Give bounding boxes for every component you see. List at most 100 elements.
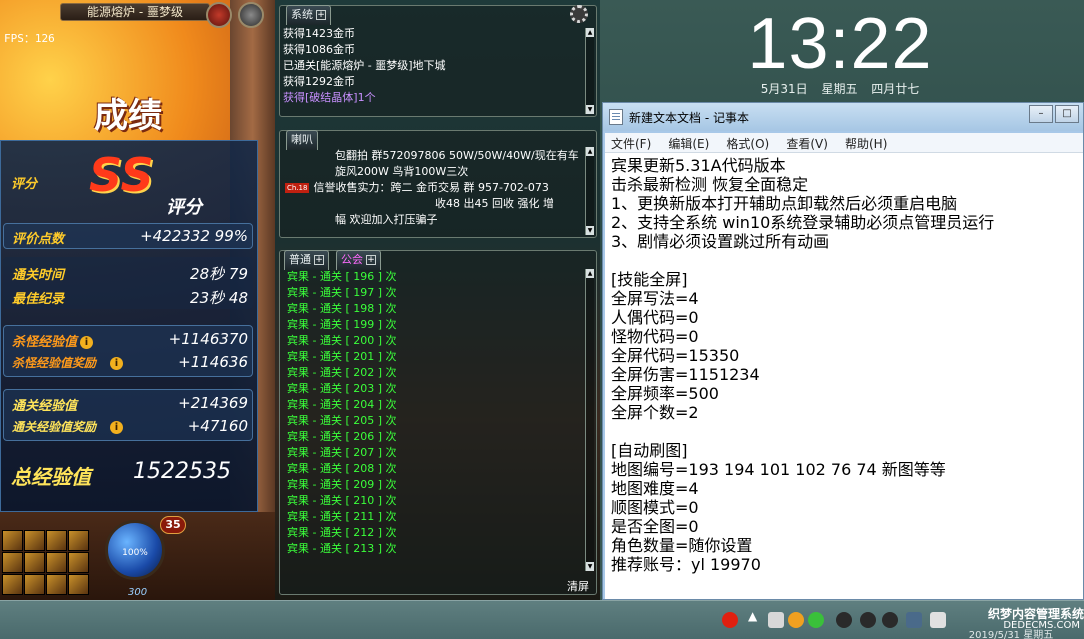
info-icon[interactable]: i xyxy=(80,336,94,349)
chat-line: 获得1292金币 xyxy=(283,75,355,88)
chat-line[interactable]: 获得[破结晶体]1个 xyxy=(283,90,573,106)
keyboard-icon[interactable] xyxy=(768,612,784,628)
text-line: 宾果更新5.31A代码版本 xyxy=(611,156,786,175)
qq-icon[interactable] xyxy=(882,612,898,628)
clear-time-value: 28秒 79 xyxy=(190,265,248,283)
chat-line: 宾果 - 通关 [ 208 ] 次 xyxy=(287,462,397,475)
skill-slot[interactable] xyxy=(2,574,23,595)
menu-orb-button[interactable] xyxy=(206,2,232,28)
menu-help[interactable]: 帮助(H) xyxy=(839,133,893,154)
game-window[interactable]: 能源熔炉 - 噩梦级 FPS：126 成绩 评分 SS 评分 评价点数 +422… xyxy=(0,0,600,600)
plus-icon[interactable]: + xyxy=(314,255,324,265)
skill-slot[interactable] xyxy=(68,530,89,551)
map-title: 能源熔炉 - 噩梦级 xyxy=(60,3,210,21)
chat-line: 宾果 - 通关 [ 198 ] 次 xyxy=(287,302,397,315)
scroll-up-icon[interactable]: ▲ xyxy=(586,269,594,278)
skill-slot[interactable] xyxy=(68,552,89,573)
normal-scrollbar[interactable]: ▲ ▼ xyxy=(585,269,594,571)
scroll-down-icon[interactable]: ▼ xyxy=(586,562,594,571)
menu-edit[interactable]: 编辑(E) xyxy=(662,133,715,154)
chat-line: Ch.18 信誉收售实力：跨二 金币交易 群 957-702-073 xyxy=(285,181,549,194)
clock-lunar-date: 四月廿七 xyxy=(871,82,920,96)
grade-ss-badge: SS xyxy=(89,148,154,202)
chat-line: 宾果 - 通关 [ 202 ] 次 xyxy=(287,366,397,379)
system-scrollbar[interactable]: ▲ ▼ xyxy=(585,28,594,114)
wechat-icon[interactable] xyxy=(808,612,824,628)
text-line: 地图难度=4 xyxy=(611,479,699,498)
plus-icon[interactable]: + xyxy=(366,255,376,265)
skill-slot[interactable] xyxy=(46,552,67,573)
speaker-chat-lines: 包翻拍 群572097806 50W/50W/40W/现在有车 旋风200W 鸟… xyxy=(283,148,583,228)
level-badge: 35 xyxy=(160,516,186,534)
best-record-label: 最佳纪录 xyxy=(12,292,65,307)
menu-view[interactable]: 查看(V) xyxy=(780,133,834,154)
skill-slot[interactable] xyxy=(68,574,89,595)
menu-file[interactable]: 文件(F) xyxy=(605,133,657,154)
volume-icon[interactable] xyxy=(930,612,946,628)
best-record-value: 23秒 48 xyxy=(190,289,248,307)
sogou-input-icon[interactable] xyxy=(722,612,738,628)
maximize-button[interactable]: □ xyxy=(1055,105,1079,123)
info-icon[interactable]: i xyxy=(110,357,124,370)
gear-icon[interactable] xyxy=(570,5,588,23)
skill-slot[interactable] xyxy=(46,530,67,551)
skill-slot[interactable] xyxy=(2,530,23,551)
text-line: 全屏个数=2 xyxy=(611,403,699,422)
tab-normal[interactable]: 普通 + xyxy=(284,250,329,270)
network-icon[interactable] xyxy=(906,612,922,628)
speaker-scrollbar[interactable]: ▲ ▼ xyxy=(585,147,594,235)
skill-slot[interactable] xyxy=(2,552,23,573)
clear-screen-button[interactable]: 清屏 xyxy=(567,578,589,594)
notepad-menubar: 文件(F) 编辑(E) 格式(O) 查看(V) 帮助(H) xyxy=(605,133,1083,153)
tray-expand-icon[interactable]: ▲ xyxy=(748,609,757,623)
scroll-down-icon[interactable]: ▼ xyxy=(586,226,594,235)
tab-guild[interactable]: 公会 + xyxy=(336,250,381,270)
text-line: 3、剧情必须设置跳过所有动画 xyxy=(611,232,830,251)
qq-icon[interactable] xyxy=(836,612,852,628)
chat-line: 已通关[能源熔炉 - 噩梦级]地下城 xyxy=(283,59,446,72)
tray-date: 2019/5/31 星期五 xyxy=(968,630,1054,639)
system-chat-lines: 获得1423金币 获得1086金币 已通关[能源熔炉 - 噩梦级]地下城 获得1… xyxy=(283,26,573,106)
kill-exp-box: 杀怪经验值 i +1146370 杀怪经验值奖励 i +114636 xyxy=(3,325,253,377)
total-exp-label: 总经验值 xyxy=(11,465,91,489)
text-line: 推荐账号：yl 19970 xyxy=(611,555,761,574)
chat-line: 宾果 - 通关 [ 213 ] 次 xyxy=(287,542,397,555)
kill-exp-bonus-value: +114636 xyxy=(178,353,248,371)
skill-slot[interactable] xyxy=(24,530,45,551)
menu-format[interactable]: 格式(O) xyxy=(720,133,775,154)
time-box: 通关时间 28秒 79 最佳纪录 23秒 48 xyxy=(3,257,253,309)
notepad-window[interactable]: 新建文本文档 - 记事本 – □ 文件(F) 编辑(E) 格式(O) 查看(V)… xyxy=(602,102,1084,600)
kill-exp-value: +1146370 xyxy=(168,330,248,348)
clear-exp-bonus-value: +47160 xyxy=(187,417,248,435)
grade-word: 评分 xyxy=(166,197,202,218)
info-icon[interactable]: i xyxy=(110,421,124,434)
tab-speaker[interactable]: 喇叭 xyxy=(286,130,318,150)
clear-exp-bonus-label: 通关经验值奖励 i xyxy=(12,418,124,435)
skill-slot[interactable] xyxy=(24,552,45,573)
chat-line: 获得1086金币 xyxy=(283,43,355,56)
tab-system[interactable]: 系统 + xyxy=(286,5,331,25)
settings-orb-button[interactable] xyxy=(238,2,264,28)
skill-slot[interactable] xyxy=(46,574,67,595)
qq-icon[interactable] xyxy=(860,612,876,628)
notepad-text-area[interactable]: 宾果更新5.31A代码版本 击杀最新检测 恢复全面稳定 1、更换新版本打开辅助点… xyxy=(605,153,1083,599)
scroll-up-icon[interactable]: ▲ xyxy=(586,28,594,37)
text-line: 人偶代码=0 xyxy=(611,308,699,327)
desktop-clock-time: 13:22 xyxy=(747,4,933,84)
results-panel: 评分 SS 评分 评价点数 +422332 99% 通关时间 28秒 79 最佳… xyxy=(0,140,258,512)
app-g-icon[interactable] xyxy=(788,612,804,628)
chat-line: 宾果 - 通关 [ 206 ] 次 xyxy=(287,430,397,443)
notepad-titlebar[interactable]: 新建文本文档 - 记事本 – □ xyxy=(603,103,1083,131)
taskbar: ▲ 织梦内容管理系统 DEDECMS.COM 2019/5/31 星期五 xyxy=(0,600,1084,639)
plus-icon[interactable]: + xyxy=(316,10,326,20)
minimize-button[interactable]: – xyxy=(1029,105,1053,123)
normal-chat-lines: 宾果 - 通关 [ 196 ] 次 宾果 - 通关 [ 197 ] 次 宾果 -… xyxy=(287,269,567,557)
skill-slot[interactable] xyxy=(24,574,45,595)
chat-line: 宾果 - 通关 [ 197 ] 次 xyxy=(287,286,397,299)
desktop-clock-date: 5月31日 星期五 四月廿七 xyxy=(740,80,940,97)
scroll-down-icon[interactable]: ▼ xyxy=(586,105,594,114)
chat-line: 宾果 - 通关 [ 205 ] 次 xyxy=(287,414,397,427)
scroll-up-icon[interactable]: ▲ xyxy=(586,147,594,156)
text-line: 击杀最新检测 恢复全面稳定 xyxy=(611,175,809,194)
chat-line: 获得1423金币 xyxy=(283,27,355,40)
